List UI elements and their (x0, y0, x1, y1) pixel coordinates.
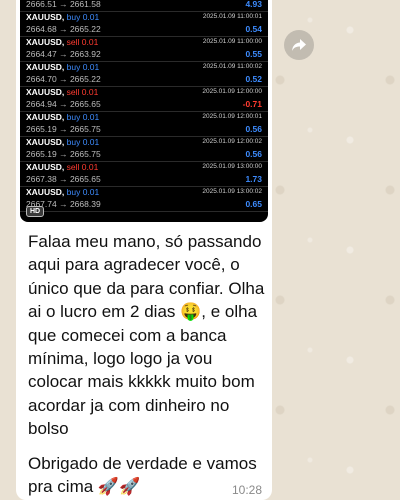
trade-history-screenshot[interactable]: XAUUSD, buy 0.01 2025.01.09 13:00:02 2667.… (20, 0, 268, 222)
trade-profit: 0.65 (245, 199, 262, 209)
trade-side: sell 0.01 (66, 162, 99, 172)
trade-prices: 2665.19 → 2665.75 (26, 149, 101, 159)
hd-badge: HD (26, 206, 45, 217)
trade-side: sell 0.01 (66, 37, 99, 47)
trade-row: XAUUSD, buy 0.01 2025.01.09 13:00:02 2667.… (20, 187, 268, 212)
trade-row: XAUUSD, buy 0.01 2025.01.09 12:00:01 2665.… (20, 112, 268, 137)
trade-timestamp: 2025.01.09 13:00:00 (202, 163, 262, 170)
trade-profit: 1.73 (245, 174, 262, 184)
trade-symbol: XAUUSD, sell 0.01 (26, 87, 99, 97)
trade-prices: 2664.47 → 2663.92 (26, 49, 101, 59)
trade-row: XAUUSD, sell 0.01 2025.01.09 13:00:00 2667… (20, 162, 268, 187)
trade-symbol: XAUUSD, buy 0.01 (26, 187, 100, 197)
trade-side: buy 0.01 (66, 62, 100, 72)
trade-symbol: XAUUSD, buy 0.01 (26, 112, 100, 122)
trade-symbol: XAUUSD, buy 0.01 (26, 137, 100, 147)
trade-symbol: XAUUSD, buy 0.01 (26, 62, 100, 72)
trade-timestamp: 2025.01.09 11:00:01 (202, 13, 262, 20)
trade-side: sell 0.01 (66, 87, 99, 97)
trade-timestamp: 2025.01.09 12:00:02 (202, 138, 262, 145)
trade-timestamp: 2025.01.09 12:00:01 (202, 113, 262, 120)
message-text-tail: Obrigado de verdade e vamos pra cima 🚀🚀 (28, 454, 262, 497)
trade-timestamp: 2025.01.09 11:00:02 (202, 63, 262, 70)
trade-symbol: XAUUSD, sell 0.01 (26, 162, 99, 172)
trade-row: 2666.51 → 2661.58 4.93 (20, 0, 268, 12)
trade-side: buy 0.01 (66, 137, 100, 147)
trade-profit: -0.71 (242, 99, 262, 109)
trade-prices: 2664.94 → 2665.65 (26, 99, 101, 109)
trade-prices: 2664.68 → 2665.22 (26, 24, 101, 34)
trade-prices: 2666.51 → 2661.58 (26, 0, 101, 9)
message-bubble[interactable]: XAUUSD, buy 0.01 2025.01.09 13:00:02 2667.… (16, 0, 272, 500)
trade-profit: 0.56 (245, 149, 262, 159)
forward-button[interactable] (284, 30, 314, 60)
trade-prices: 2665.19 → 2665.75 (26, 124, 101, 134)
trade-profit: 4.93 (245, 0, 262, 9)
trade-row: XAUUSD, sell 0.01 2025.01.09 12:00:00 2664… (20, 87, 268, 112)
trade-timestamp: 2025.01.09 13:00:02 (202, 188, 262, 195)
trade-timestamp: 2025.01.09 11:00:00 (202, 38, 262, 45)
trade-row: XAUUSD, buy 0.01 2025.01.09 12:00:02 2665.… (20, 137, 268, 162)
trade-profit: 0.52 (245, 74, 262, 84)
trade-row: XAUUSD, buy 0.01 2025.01.09 11:00:01 2664.… (20, 12, 268, 37)
message-text: Falaa meu mano, só passando aqui para ag… (28, 232, 270, 439)
trade-side: buy 0.01 (66, 187, 100, 197)
forward-arrow-icon (292, 39, 306, 51)
trade-symbol: XAUUSD, sell 0.01 (26, 37, 99, 47)
trade-side: buy 0.01 (66, 112, 100, 122)
trade-row: XAUUSD, buy 0.01 2025.01.09 11:00:02 2664.… (20, 62, 268, 87)
trade-side: buy 0.01 (66, 12, 100, 22)
trade-symbol: XAUUSD, buy 0.01 (26, 12, 100, 22)
trade-prices: 2664.70 → 2665.22 (26, 74, 101, 84)
trade-row: XAUUSD, sell 0.01 2025.01.09 11:00:00 2664… (20, 37, 268, 62)
trade-profit: 0.55 (245, 49, 262, 59)
trade-prices: 2667.38 → 2665.65 (26, 174, 101, 184)
trade-timestamp: 2025.01.09 12:00:00 (202, 88, 262, 95)
message-time: 10:28 (231, 483, 262, 497)
trade-profit: 0.56 (245, 124, 262, 134)
trade-profit: 0.54 (245, 24, 262, 34)
